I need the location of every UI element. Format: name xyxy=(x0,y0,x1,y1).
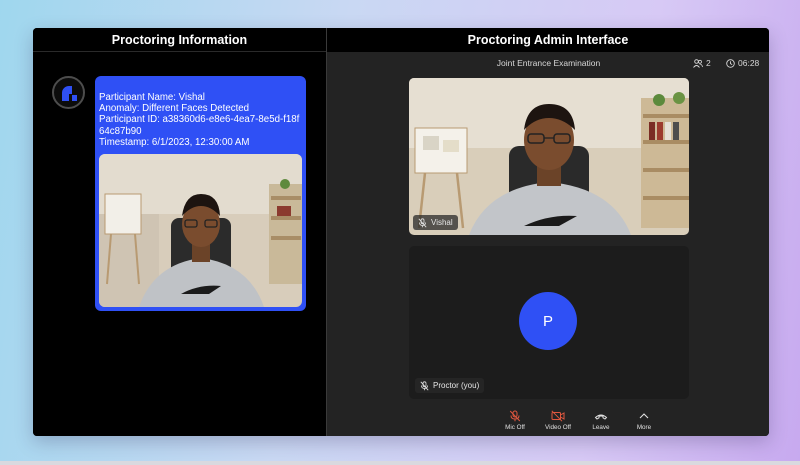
mic-off-icon xyxy=(509,410,521,422)
anomaly-type: Anomaly: Different Faces Detected xyxy=(99,103,250,115)
leave-button[interactable]: Leave xyxy=(584,410,618,431)
timer-value: 06:28 xyxy=(738,58,760,68)
brand-logo-icon xyxy=(52,76,85,109)
proctoring-info-panel: Proctoring Information Participant Name:… xyxy=(33,28,326,436)
taskbar-strip xyxy=(0,461,800,465)
participants-icon xyxy=(693,58,703,68)
call-controls: Mic Off Video Off Leave More xyxy=(327,410,769,436)
app-window: Proctoring Information Participant Name:… xyxy=(33,28,769,436)
timestamp: Timestamp: 6/1/2023, 12:30:00 AM xyxy=(99,136,250,148)
participant-video-tile[interactable]: Vishal xyxy=(409,78,689,235)
mic-off-icon xyxy=(418,217,427,227)
panel-title: Proctoring Information xyxy=(33,28,326,52)
chevron-up-icon xyxy=(639,413,649,419)
video-off-label: Video Off xyxy=(544,424,572,431)
more-button[interactable]: More xyxy=(627,410,661,431)
more-label: More xyxy=(636,424,652,431)
leave-label: Leave xyxy=(592,424,610,431)
participant-count-value: 2 xyxy=(706,58,711,68)
video-off-icon xyxy=(551,410,565,422)
panel-title: Proctoring Admin Interface xyxy=(327,28,769,52)
video-off-button[interactable]: Video Off xyxy=(541,410,575,431)
mic-off-label: Mic Off xyxy=(505,424,525,431)
phone-hangup-icon xyxy=(594,414,608,420)
proctor-name-tag: Proctor (you) xyxy=(415,378,485,393)
participant-tile-name: Vishal xyxy=(431,218,453,227)
proctoring-admin-panel: Proctoring Admin Interface Joint Entranc… xyxy=(326,28,769,436)
anomaly-snapshot xyxy=(99,154,302,307)
mic-off-button[interactable]: Mic Off xyxy=(498,410,532,431)
participant-name: Participant Name: Vishal xyxy=(99,92,205,103)
participant-count[interactable]: 2 xyxy=(693,58,711,68)
meeting-timer: 06:28 xyxy=(726,58,759,68)
clock-icon xyxy=(726,58,735,68)
anomaly-card: Participant Name: Vishal Anomaly: Differ… xyxy=(95,76,306,311)
avatar: P xyxy=(519,292,577,350)
participant-name-tag: Vishal xyxy=(413,215,458,230)
participant-id: Participant ID: a38360d6-e8e6-4ea7-8e5d-… xyxy=(99,114,300,137)
mic-off-icon xyxy=(420,380,429,390)
proctor-tile-name: Proctor (you) xyxy=(433,381,480,390)
proctor-video-tile[interactable]: P Proctor (you) xyxy=(409,246,689,399)
